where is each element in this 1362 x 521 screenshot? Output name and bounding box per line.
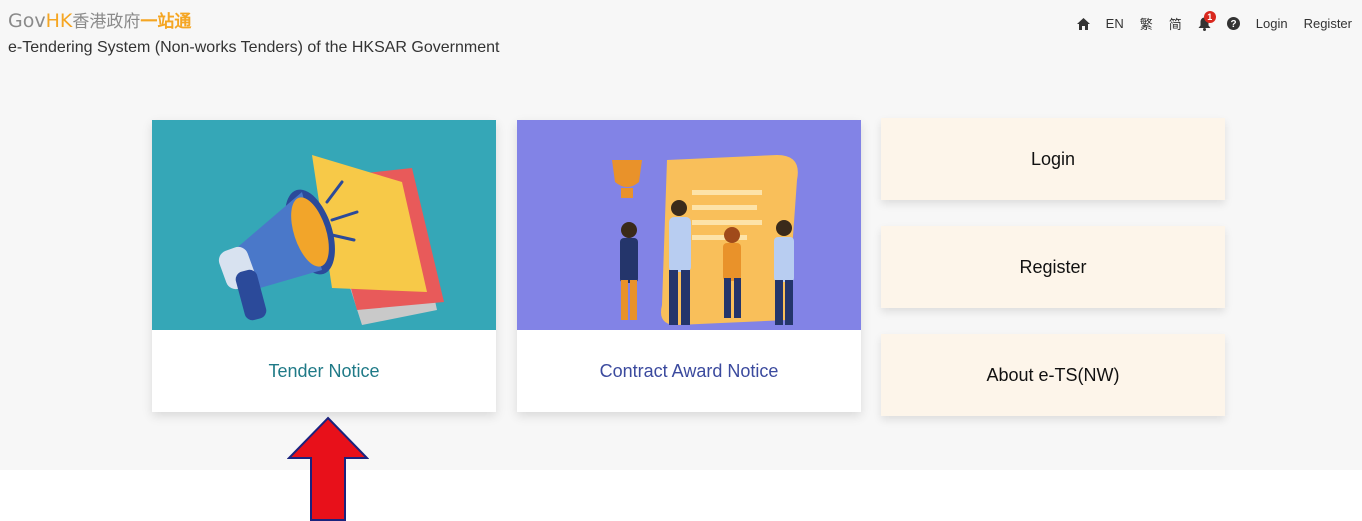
page-subtitle: e-Tendering System (Non-works Tenders) o… — [8, 39, 500, 56]
question-circle-icon[interactable]: ? — [1226, 17, 1240, 30]
celebration-illustration — [517, 120, 861, 330]
register-button[interactable]: Register — [881, 226, 1225, 308]
top-navigation: EN 繁 简 1 ? Login Register — [1061, 10, 1352, 33]
top-login-link[interactable]: Login — [1256, 16, 1288, 31]
svg-text:?: ? — [1230, 19, 1236, 30]
login-button[interactable]: Login — [881, 118, 1225, 200]
logo-zh-text: 香港政府 — [72, 12, 141, 32]
top-register-link[interactable]: Register — [1304, 16, 1352, 31]
govhk-logo[interactable]: GovHK香港政府一站通 — [8, 10, 191, 33]
page-header-area: GovHK香港政府一站通 e-Tendering System (Non-wor… — [0, 0, 1362, 470]
tender-notice-label: Tender Notice — [268, 360, 380, 381]
megaphone-illustration — [152, 120, 496, 330]
about-ets-button[interactable]: About e-TS(NW) — [881, 334, 1225, 416]
notification-bell-icon[interactable]: 1 — [1198, 10, 1216, 31]
logo-hk-text: HK — [45, 10, 73, 32]
logo-zh-onestop-text: 一站通 — [140, 12, 192, 32]
home-icon[interactable] — [1076, 17, 1090, 30]
red-up-arrow-annotation — [287, 416, 369, 521]
lang-sc-link[interactable]: 简 — [1169, 14, 1182, 33]
tender-notice-card[interactable]: Tender Notice — [152, 120, 496, 412]
lang-tc-link[interactable]: 繁 — [1140, 14, 1153, 33]
contract-award-notice-label: Contract Award Notice — [599, 360, 779, 381]
lang-en-link[interactable]: EN — [1106, 16, 1124, 31]
contract-award-notice-card[interactable]: Contract Award Notice — [517, 120, 861, 412]
notification-count-badge: 1 — [1203, 10, 1216, 23]
logo-gov-text: Gov — [8, 10, 46, 32]
